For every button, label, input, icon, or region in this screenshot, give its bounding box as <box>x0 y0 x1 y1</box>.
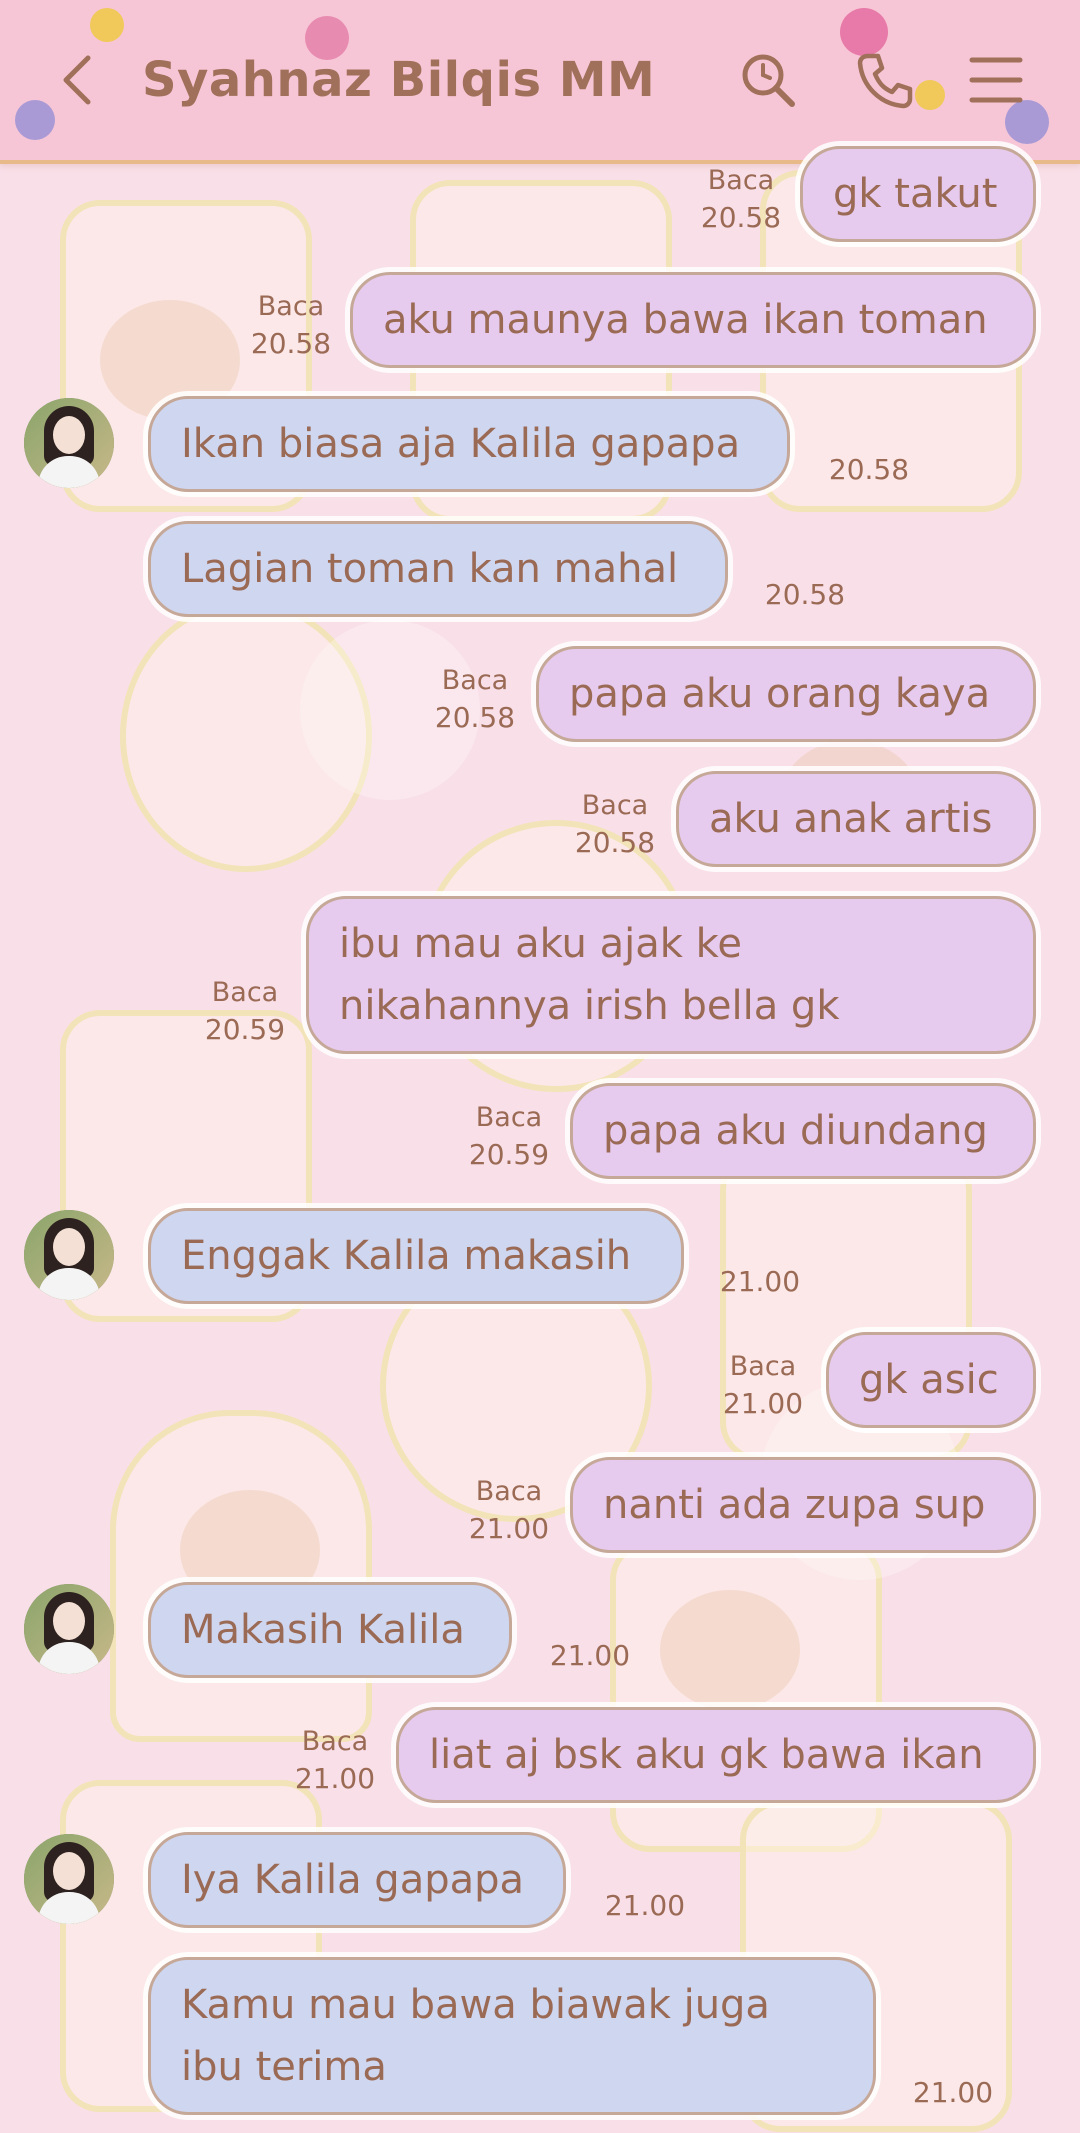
message-text: ibu terima <box>181 2044 387 2090</box>
phone-icon <box>857 53 913 109</box>
message-time: 20.58 <box>250 327 332 360</box>
received-message-bubble[interactable]: Kamu mau bawa biawak juga ibu terima <box>148 1957 876 2115</box>
menu-button[interactable] <box>964 48 1028 112</box>
read-receipt: Baca <box>211 977 279 1008</box>
contact-avatar[interactable] <box>24 1584 114 1674</box>
message-time: 20.58 <box>700 201 782 234</box>
read-receipt: Baca <box>441 665 509 696</box>
contact-avatar[interactable] <box>24 398 114 488</box>
read-receipt: Baca <box>581 790 649 821</box>
chevron-left-icon <box>63 55 91 105</box>
flower-decoration-icon <box>90 8 124 42</box>
sent-message-bubble[interactable]: papa aku orang kaya <box>536 646 1036 742</box>
message-text: Iya Kalila gapapa <box>181 1857 525 1903</box>
read-receipt: Baca <box>301 1726 369 1757</box>
message-text: Lagian toman kan mahal <box>181 546 679 592</box>
message-text: Enggak Kalila makasih <box>181 1233 632 1279</box>
chat-header: Syahnaz Bilqis MM <box>0 0 1080 164</box>
message-text: liat aj bsk aku gk bawa ikan <box>429 1732 984 1778</box>
call-button[interactable] <box>852 48 916 112</box>
message-list[interactable]: gk takut Baca 20.58 aku maunya bawa ikan to… <box>0 146 1080 2133</box>
message-meta: Baca 20.58 <box>686 164 796 238</box>
received-message-bubble[interactable]: Iya Kalila gapapa <box>148 1832 566 1928</box>
message-meta: 20.58 <box>814 450 924 490</box>
message-meta: Baca 20.58 <box>420 664 530 738</box>
menu-icon <box>969 57 1023 103</box>
read-receipt: Baca <box>729 1351 797 1382</box>
message-text: nanti ada zupa sup <box>603 1482 986 1528</box>
message-meta: Baca 21.00 <box>280 1725 390 1799</box>
message-meta: 21.00 <box>705 1262 815 1302</box>
sent-message-bubble[interactable]: gk asic <box>826 1332 1036 1428</box>
message-text: Ikan biasa aja Kalila gapapa <box>181 421 741 467</box>
sent-message-bubble[interactable]: aku maunya bawa ikan toman <box>350 272 1036 368</box>
message-text: aku maunya bawa ikan toman <box>383 297 988 343</box>
read-receipt: Baca <box>475 1102 543 1133</box>
read-receipt: Baca <box>475 1476 543 1507</box>
message-text: Makasih Kalila <box>181 1607 465 1653</box>
read-receipt: Baca <box>257 291 325 322</box>
message-time: 21.00 <box>294 1762 376 1795</box>
search-icon <box>742 54 795 107</box>
message-time: 21.00 <box>912 2076 994 2109</box>
search-button[interactable] <box>736 48 800 112</box>
message-text: Kamu mau bawa biawak juga <box>181 1982 770 2028</box>
message-text: ibu mau aku ajak ke <box>339 921 742 967</box>
chat-title[interactable]: Syahnaz Bilqis MM <box>142 52 655 108</box>
received-message-bubble[interactable]: Lagian toman kan mahal <box>148 521 728 617</box>
message-time: 21.00 <box>719 1265 801 1298</box>
message-time: 20.58 <box>828 453 910 486</box>
message-text: gk asic <box>859 1357 999 1403</box>
message-text: aku anak artis <box>709 796 993 842</box>
back-button[interactable] <box>48 48 112 112</box>
message-meta: 20.58 <box>750 575 860 615</box>
flower-decoration-icon <box>915 80 945 110</box>
message-text: gk takut <box>833 171 998 217</box>
message-time: 20.59 <box>204 1013 286 1046</box>
message-time: 20.58 <box>764 578 846 611</box>
sent-message-bubble[interactable]: nanti ada zupa sup <box>570 1457 1036 1553</box>
sent-message-bubble[interactable]: gk takut <box>800 146 1036 242</box>
message-text: papa aku diundang <box>603 1108 988 1154</box>
message-meta: Baca 21.00 <box>454 1475 564 1549</box>
message-text: papa aku orang kaya <box>569 671 991 717</box>
message-time: 20.59 <box>468 1138 550 1171</box>
message-text: nikahannya irish bella gk <box>339 983 840 1029</box>
contact-avatar[interactable] <box>24 1210 114 1300</box>
message-meta: 21.00 <box>898 2073 1008 2113</box>
sent-message-bubble[interactable]: papa aku diundang <box>570 1083 1036 1179</box>
message-meta: Baca 20.59 <box>190 976 300 1050</box>
message-time: 20.58 <box>574 826 656 859</box>
message-time: 21.00 <box>549 1639 631 1672</box>
sent-message-bubble[interactable]: aku anak artis <box>676 771 1036 867</box>
message-time: 21.00 <box>722 1387 804 1420</box>
message-time: 20.58 <box>434 701 516 734</box>
received-message-bubble[interactable]: Enggak Kalila makasih <box>148 1208 684 1304</box>
message-meta: Baca 20.58 <box>236 290 346 364</box>
message-meta: Baca 21.00 <box>708 1350 818 1424</box>
read-receipt: Baca <box>707 165 775 196</box>
message-meta: 21.00 <box>535 1636 645 1676</box>
received-message-bubble[interactable]: Ikan biasa aja Kalila gapapa <box>148 396 790 492</box>
message-meta: 21.00 <box>590 1886 700 1926</box>
message-time: 21.00 <box>468 1512 550 1545</box>
contact-avatar[interactable] <box>24 1834 114 1924</box>
message-meta: Baca 20.58 <box>560 789 670 863</box>
sent-message-bubble[interactable]: liat aj bsk aku gk bawa ikan <box>396 1707 1036 1803</box>
sent-message-bubble[interactable]: ibu mau aku ajak ke nikahannya irish bell… <box>306 896 1036 1054</box>
received-message-bubble[interactable]: Makasih Kalila <box>148 1582 512 1678</box>
message-time: 21.00 <box>604 1889 686 1922</box>
message-meta: Baca 20.59 <box>454 1101 564 1175</box>
